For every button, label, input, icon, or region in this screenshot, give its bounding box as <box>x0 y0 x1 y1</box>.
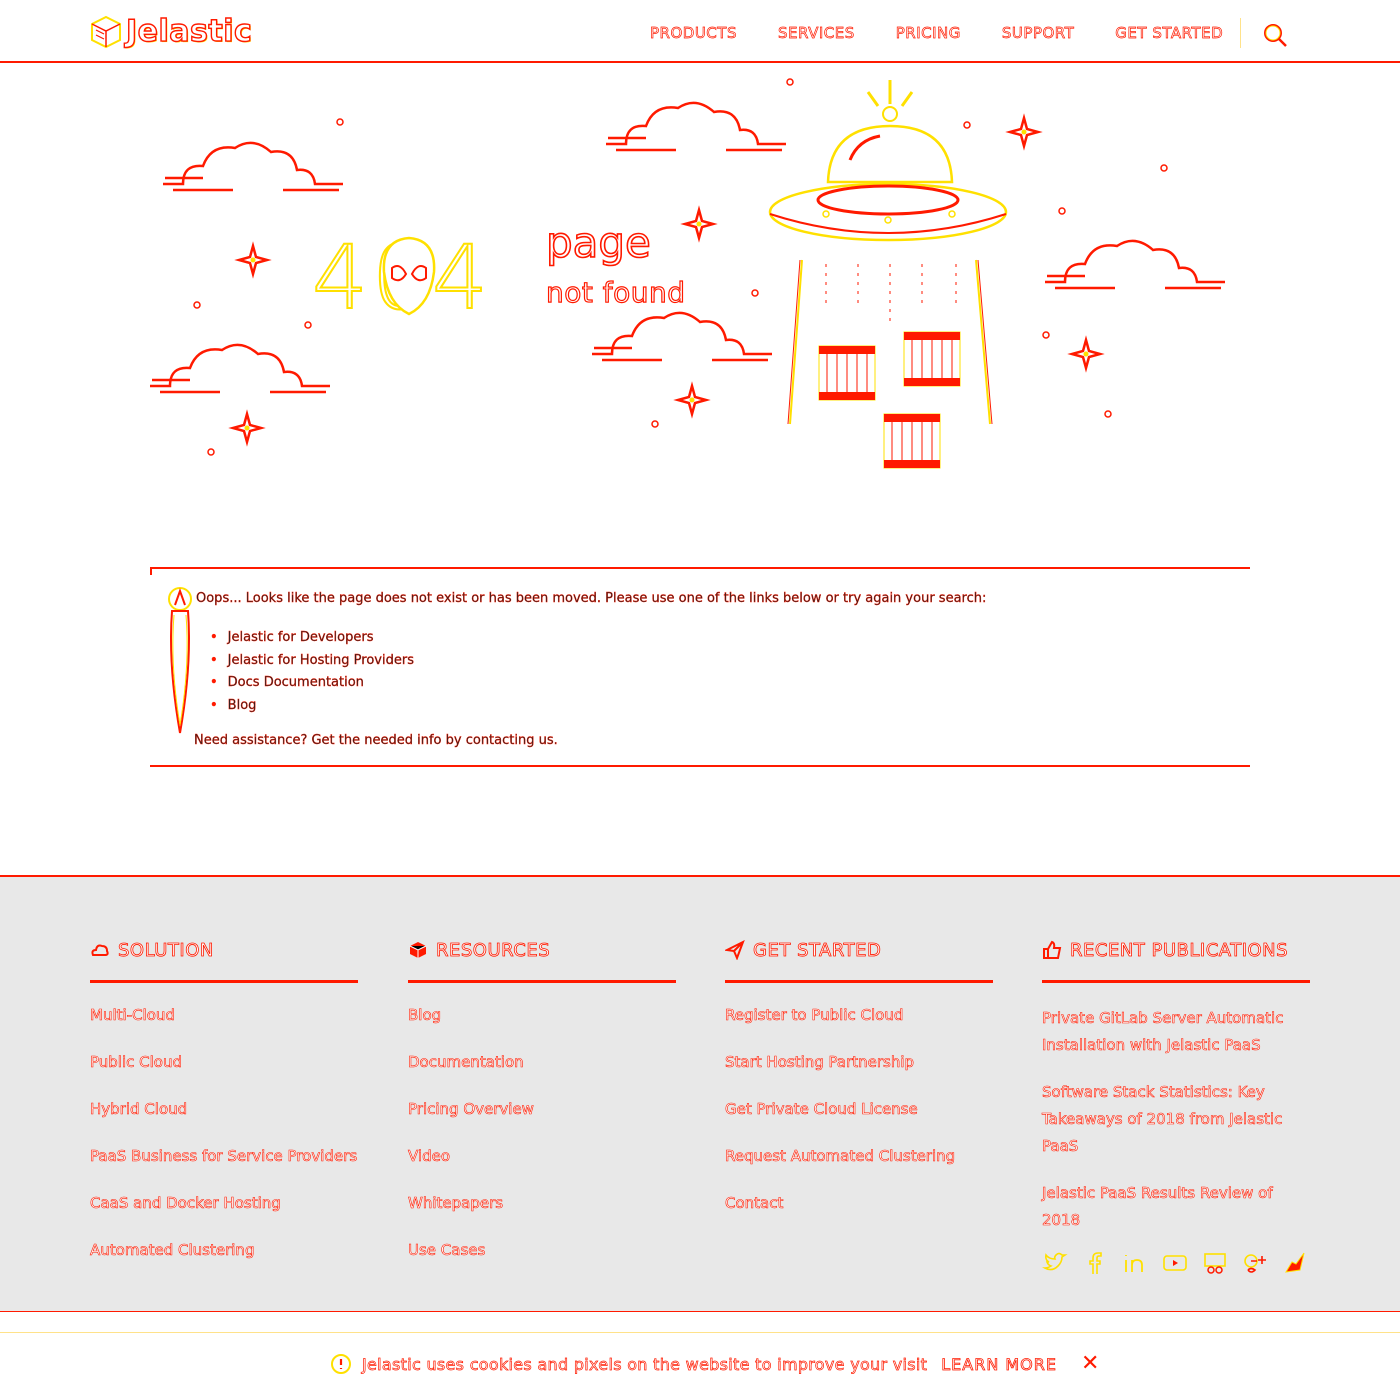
footer-column-publications: RECENT PUBLICATIONS Private GitLab Serve… <box>1042 937 1310 1276</box>
assistance-text[interactable]: Need assistance? Get the needed info by … <box>194 733 558 748</box>
footer-heading-label: GET STARTED <box>753 939 882 961</box>
publication-link-software-stack[interactable]: Software Stack Statistics: Key Takeaways… <box>1042 1079 1292 1160</box>
footer-heading-rule <box>408 980 676 983</box>
ufo <box>768 80 1008 425</box>
footer-link-multi-cloud[interactable]: Multi-Cloud <box>90 1005 358 1025</box>
footer-heading: SOLUTION <box>90 937 358 963</box>
publication-link-results-review[interactable]: Jelastic PaaS Results Review of 2018 <box>1042 1180 1292 1234</box>
footer-link-caas-docker[interactable]: CaaS and Docker Hosting <box>90 1193 358 1213</box>
linkedin-icon[interactable] <box>1122 1250 1148 1276</box>
footer-column-resources: RESOURCES Blog Documentation Pricing Ove… <box>408 937 676 1287</box>
footer-column-get-started: GET STARTED Register to Public Cloud Sta… <box>725 937 993 1240</box>
cookie-content: Jelastic uses cookies and pixels on the … <box>330 1353 1099 1375</box>
ufo-scene-illustration <box>148 78 1227 469</box>
footer-heading: RESOURCES <box>408 937 676 963</box>
error-intro-text: Oops... Looks like the page does not exi… <box>196 591 987 606</box>
helpful-links-list: Jelastic for Developers Jelastic for Hos… <box>210 627 414 717</box>
twitter-icon[interactable] <box>1042 1250 1068 1276</box>
site-header: Jelastic PRODUCTS SERVICES PRICING SUPPO… <box>0 0 1400 63</box>
brand-name: Jelastic <box>125 13 253 49</box>
cookie-learn-more-link[interactable]: LEARN MORE <box>941 1354 1057 1374</box>
footer-link-automated-clustering[interactable]: Automated Clustering <box>90 1240 358 1260</box>
link-blog[interactable]: Blog <box>210 695 414 718</box>
site-footer: SOLUTION Multi-Cloud Public Cloud Hybrid… <box>0 875 1400 1312</box>
close-icon[interactable]: ✕ <box>1081 1353 1099 1375</box>
cookie-banner: Jelastic uses cookies and pixels on the … <box>0 1332 1400 1395</box>
page: Jelastic PRODUCTS SERVICES PRICING SUPPO… <box>0 0 1400 1395</box>
error-illustration: 404 page not found <box>0 64 1400 504</box>
paper-plane-icon <box>725 940 745 960</box>
nav-services[interactable]: SERVICES <box>778 24 855 43</box>
footer-heading-label: RECENT PUBLICATIONS <box>1070 939 1289 961</box>
link-documentation[interactable]: Docs Documentation <box>210 672 414 695</box>
footer-link-video[interactable]: Video <box>408 1146 676 1166</box>
nav-products[interactable]: PRODUCTS <box>650 24 737 43</box>
footer-link-register-public-cloud[interactable]: Register to Public Cloud <box>725 1005 993 1025</box>
nav-get-started[interactable]: GET STARTED <box>1115 24 1223 43</box>
pin-icon <box>168 587 192 734</box>
cookie-text: Jelastic uses cookies and pixels on the … <box>362 1354 928 1374</box>
telegram-icon[interactable] <box>1282 1250 1308 1276</box>
slideshare-icon[interactable] <box>1202 1250 1228 1276</box>
main-nav: PRODUCTS SERVICES PRICING SUPPORT GET ST… <box>650 24 1264 43</box>
nav-support[interactable]: SUPPORT <box>1002 24 1075 43</box>
nav-divider <box>1240 18 1241 48</box>
info-icon <box>331 1354 351 1374</box>
footer-link-documentation[interactable]: Documentation <box>408 1052 676 1072</box>
footer-column-solution: SOLUTION Multi-Cloud Public Cloud Hybrid… <box>90 937 358 1287</box>
footer-heading: GET STARTED <box>725 937 993 963</box>
error-message-box: Oops... Looks like the page does not exi… <box>150 567 1250 767</box>
footer-link-private-cloud-license[interactable]: Get Private Cloud License <box>725 1099 993 1119</box>
footer-link-public-cloud[interactable]: Public Cloud <box>90 1052 358 1072</box>
footer-link-pricing-overview[interactable]: Pricing Overview <box>408 1099 676 1119</box>
footer-heading-rule <box>90 980 358 983</box>
thumbs-up-icon <box>1043 940 1062 959</box>
facebook-icon[interactable] <box>1082 1250 1108 1276</box>
youtube-icon[interactable] <box>1162 1250 1188 1276</box>
cube-logo-icon <box>91 15 121 48</box>
cube-icon <box>409 942 427 958</box>
footer-heading-rule <box>725 980 993 983</box>
footer-link-hybrid-cloud[interactable]: Hybrid Cloud <box>90 1099 358 1119</box>
footer-link-request-clustering[interactable]: Request Automated Clustering <box>725 1146 993 1166</box>
footer-heading: RECENT PUBLICATIONS <box>1042 937 1310 963</box>
cloud-icon <box>91 944 109 956</box>
box-accent <box>150 569 152 765</box>
alien-face-icon <box>382 236 436 316</box>
search-icon[interactable] <box>1262 22 1288 48</box>
social-links <box>1042 1250 1310 1276</box>
error-subtitle: not found <box>545 276 686 309</box>
footer-link-hosting-partnership[interactable]: Start Hosting Partnership <box>725 1052 993 1072</box>
error-title: page <box>545 218 652 267</box>
publication-link-gitlab[interactable]: Private GitLab Server Automatic Installa… <box>1042 1005 1292 1059</box>
footer-heading-label: SOLUTION <box>118 939 214 961</box>
footer-link-contact[interactable]: Contact <box>725 1193 993 1213</box>
footer-link-paas-business[interactable]: PaaS Business for Service Providers <box>90 1146 358 1166</box>
footer-link-whitepapers[interactable]: Whitepapers <box>408 1193 676 1213</box>
footer-heading-rule <box>1042 980 1310 983</box>
footer-heading-label: RESOURCES <box>436 939 551 961</box>
link-hosting-providers[interactable]: Jelastic for Hosting Providers <box>210 650 414 673</box>
jelastic-logo[interactable]: Jelastic <box>90 13 253 50</box>
footer-link-blog[interactable]: Blog <box>408 1005 676 1025</box>
google-plus-icon[interactable] <box>1242 1250 1268 1276</box>
footer-link-use-cases[interactable]: Use Cases <box>408 1240 676 1260</box>
link-developers[interactable]: Jelastic for Developers <box>210 627 414 650</box>
nav-pricing[interactable]: PRICING <box>895 24 961 43</box>
